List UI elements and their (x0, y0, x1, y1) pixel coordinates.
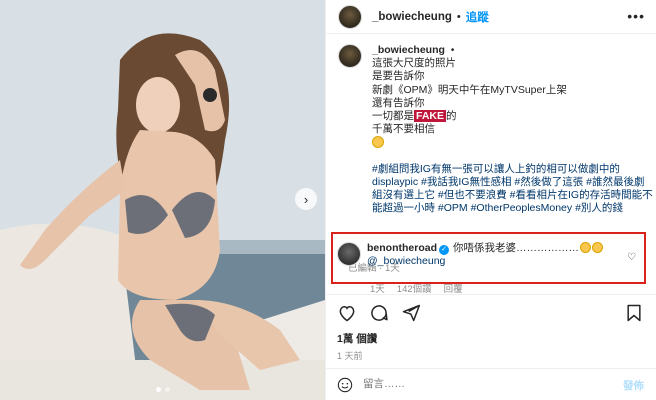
avatar[interactable] (338, 44, 362, 68)
post-comment-button[interactable]: 發佈 (623, 378, 644, 393)
comment-time: 1天 (370, 284, 385, 295)
comment-input[interactable] (363, 378, 603, 390)
post-header: _bowiecheung • 追蹤 ••• (326, 0, 656, 34)
photo-illustration (0, 0, 325, 400)
avatar[interactable] (337, 242, 361, 266)
caption-line: 這張大尺度的照片 (372, 57, 456, 70)
separator-dot: • (456, 10, 461, 23)
follow-button[interactable]: 追蹤 (466, 9, 489, 25)
carousel-dot (155, 387, 161, 392)
comment-text: 你唔係我老婆……………… (453, 242, 579, 254)
separator-dot: • (450, 45, 455, 56)
next-image-arrow-icon[interactable]: › (295, 188, 317, 210)
heart-icon[interactable] (337, 303, 357, 323)
post-photo[interactable]: › (0, 0, 325, 400)
laughing-emoji-icon (580, 242, 591, 253)
laughing-emoji-icon (592, 242, 603, 253)
carousel-dot (164, 387, 170, 392)
likes-count[interactable]: 1萬 個讚 (337, 331, 377, 346)
post-time[interactable]: 1 天前 (337, 349, 363, 362)
caption-line: 還有告訴你 (372, 96, 425, 109)
caption-fake-prefix: 一切都是 (372, 110, 414, 123)
highlighted-comment: benontheroad ✓ 你唔係我老婆……………… @_bowiecheung … (331, 232, 646, 284)
caption-fake-suffix: 的 (446, 110, 457, 123)
fake-highlight: FAKE (414, 110, 447, 123)
comment-meta: 1天 142個讚 回覆 (370, 281, 463, 295)
comment-mention[interactable]: @_bowiecheung (367, 255, 603, 268)
carousel-indicator (155, 387, 170, 392)
caption-line-fake: 一切都是 FAKE 的 (372, 110, 654, 123)
comment-username[interactable]: benontheroad (367, 242, 437, 254)
comment-likes[interactable]: 142個讚 (397, 281, 432, 295)
emoji-picker-icon[interactable] (337, 377, 353, 393)
share-icon[interactable] (401, 303, 421, 323)
smiley-emoji-icon (372, 136, 654, 150)
verified-badge-icon: ✓ (439, 245, 449, 255)
bookmark-icon[interactable] (624, 303, 644, 323)
more-options-icon[interactable]: ••• (627, 8, 645, 24)
avatar[interactable] (338, 4, 362, 29)
caption-line: 千萬不要相信 (372, 123, 435, 136)
author-username[interactable]: _bowiecheung (372, 11, 452, 23)
post-actions-bar (325, 294, 656, 330)
caption-username[interactable]: _bowiecheung (372, 44, 445, 57)
caption-line: 新劇《OPM》明天中午在MyTVSuper上架 (372, 83, 567, 96)
reply-button[interactable]: 回覆 (444, 281, 463, 295)
caption-hashtags[interactable]: #劇組問我IG有無一張可以讓人上釣的相可以做劇中的displaypic #我話我… (372, 163, 654, 216)
comment-icon[interactable] (369, 303, 389, 323)
add-comment-bar: 發佈 (325, 368, 656, 400)
like-comment-heart-icon[interactable]: ♡ (627, 252, 636, 263)
caption-line: 是要告訴你 (372, 70, 425, 83)
